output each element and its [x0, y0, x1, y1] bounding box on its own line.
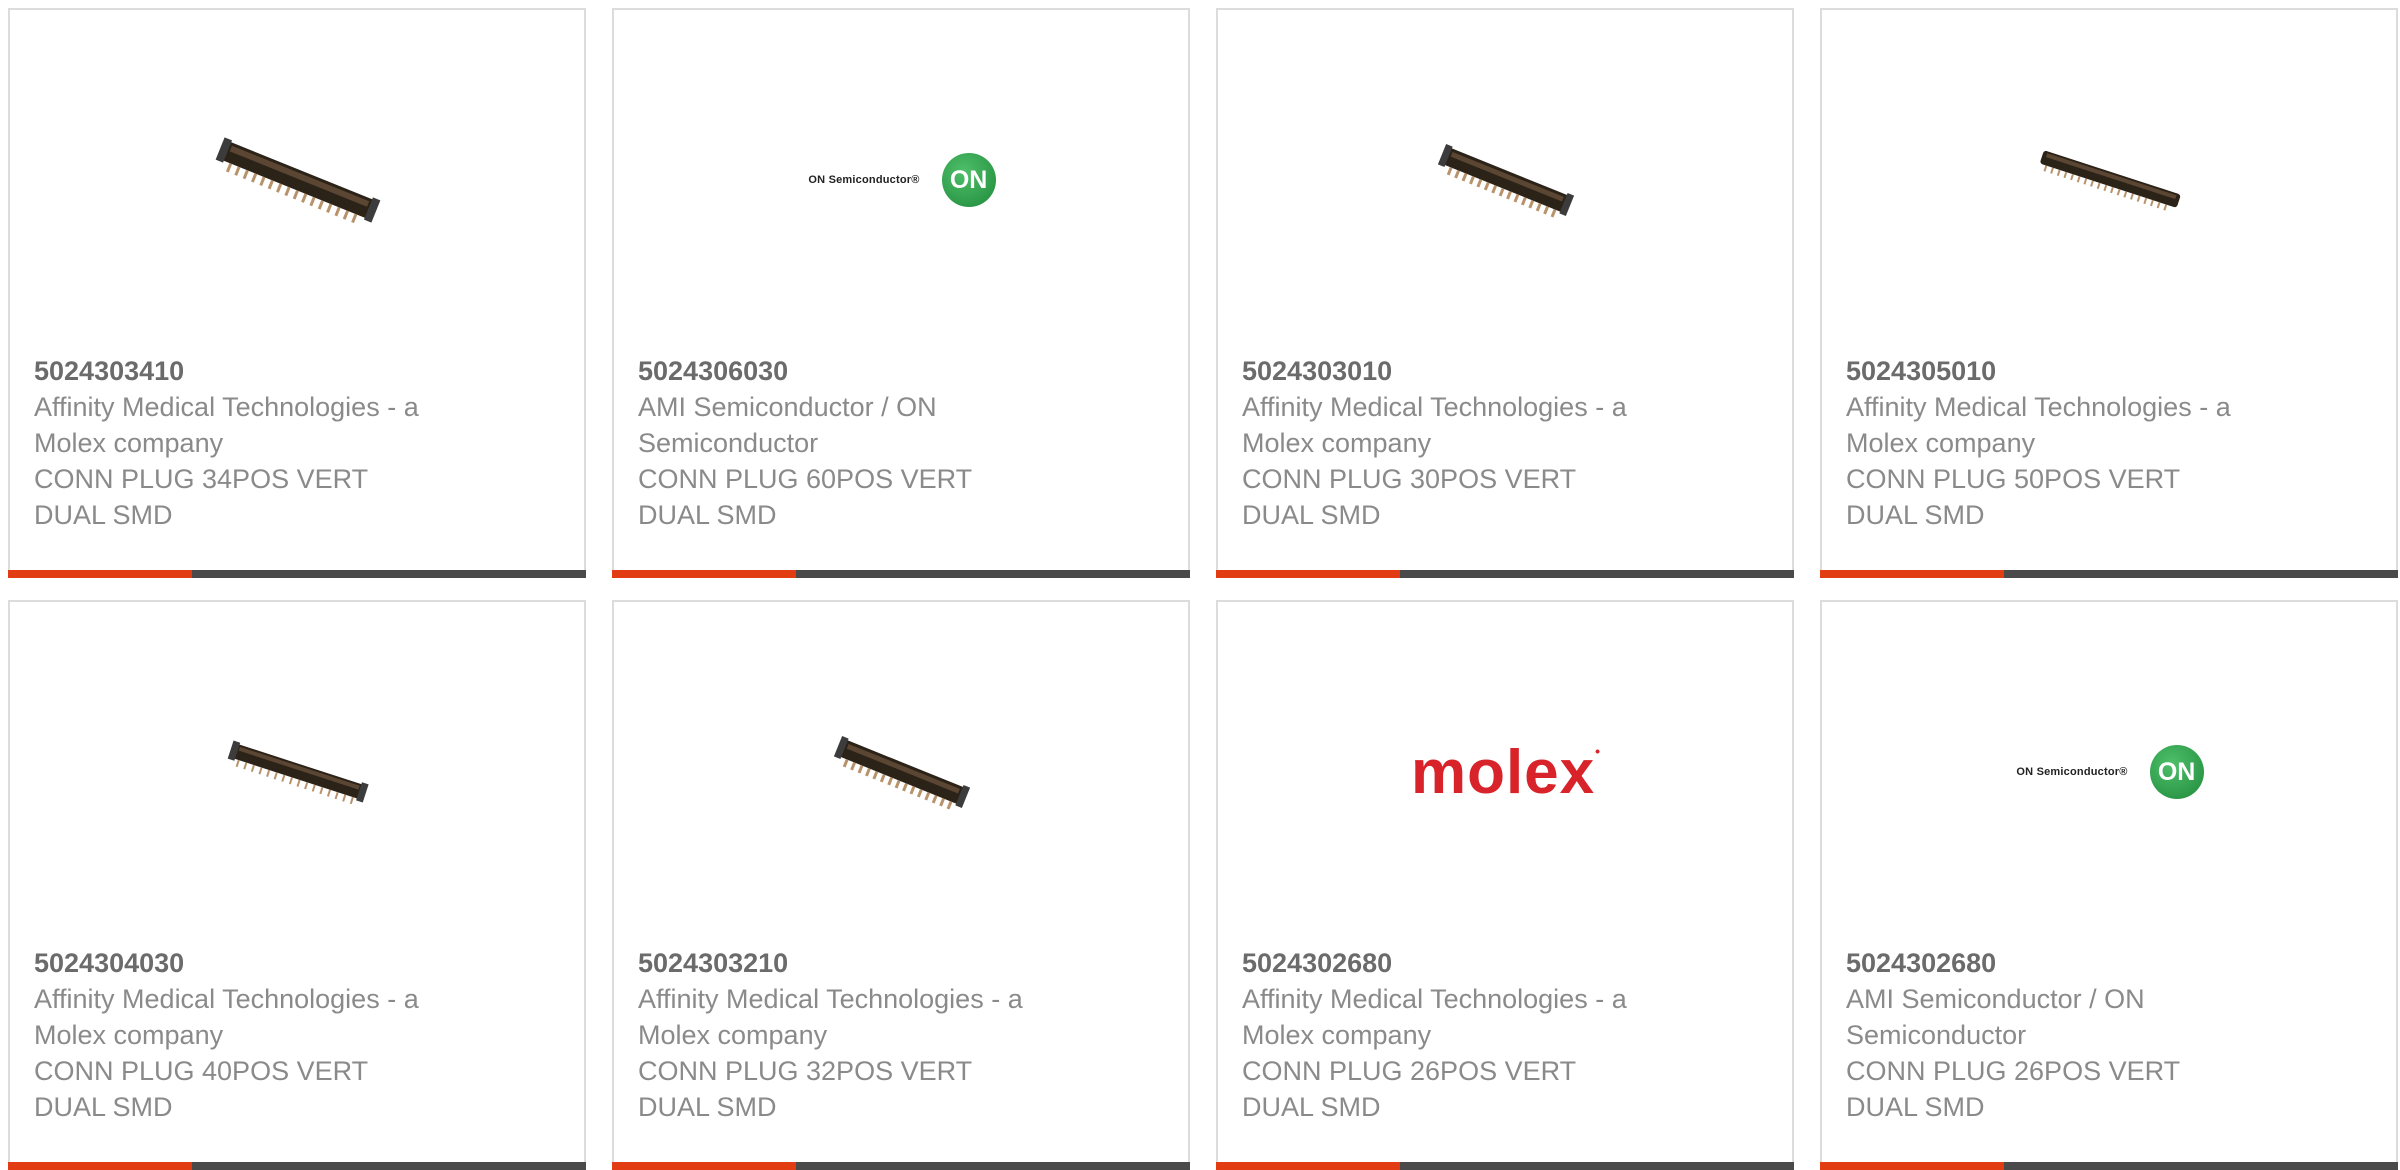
description-line-1: CONN PLUG 26POS VERT	[1846, 1056, 2181, 1086]
product-card[interactable]: 5024303010 Affinity Medical Technologies…	[1216, 8, 1794, 578]
card-footer-bar	[1216, 1162, 1794, 1170]
on-semiconductor-logo: ON Semiconductor® ON	[2016, 745, 2204, 799]
connector-image[interactable]	[1404, 78, 1608, 282]
description-line-1: CONN PLUG 34POS VERT	[34, 464, 369, 494]
product-info: 5024304030 Affinity Medical Technologies…	[34, 945, 494, 1125]
manufacturer-line-1: Affinity Medical Technologies - a	[1242, 984, 1627, 1014]
manufacturer-logo-image[interactable]: ON Semiconductor® ON	[800, 78, 1004, 282]
manufacturer-line-1: Affinity Medical Technologies - a	[638, 984, 1023, 1014]
card-accent-bar	[612, 1162, 796, 1170]
product-card[interactable]: 5024305010 Affinity Medical Technologies…	[1820, 8, 2398, 578]
manufacturer-line-1: Affinity Medical Technologies - a	[34, 392, 419, 422]
manufacturer-logo-image[interactable]: ON Semiconductor® ON	[2008, 670, 2212, 874]
description-line-1: CONN PLUG 40POS VERT	[34, 1056, 369, 1086]
description-line-1: CONN PLUG 50POS VERT	[1846, 464, 2181, 494]
description-line-2: DUAL SMD	[1242, 1092, 1381, 1122]
connector-icon	[2040, 150, 2181, 211]
description-line-2: DUAL SMD	[638, 1092, 777, 1122]
manufacturer-line-1: Affinity Medical Technologies - a	[1846, 392, 2231, 422]
manufacturer-line-2: Molex company	[1242, 428, 1432, 458]
manufacturer-line-2: Molex company	[638, 1020, 828, 1050]
manufacturer-line-1: Affinity Medical Technologies - a	[34, 984, 419, 1014]
molex-wordmark: molex	[1410, 737, 1596, 807]
part-number[interactable]: 5024303010	[1242, 353, 1702, 389]
product-card[interactable]: 5024303410 Affinity Medical Technologies…	[8, 8, 586, 578]
product-info: 5024306030 AMI Semiconductor / ON Semico…	[638, 353, 1098, 533]
card-footer-bar	[612, 570, 1190, 578]
card-footer-bar	[1820, 1162, 2398, 1170]
molex-logo: molex•	[1411, 737, 1601, 808]
manufacturer-line-2: Semiconductor	[638, 428, 819, 458]
description-line-2: DUAL SMD	[34, 1092, 173, 1122]
description-line-2: DUAL SMD	[1242, 500, 1381, 530]
connector-image[interactable]	[196, 78, 400, 282]
card-accent-bar	[1820, 1162, 2004, 1170]
description-line-2: DUAL SMD	[1846, 1092, 1985, 1122]
part-number[interactable]: 5024302680	[1242, 945, 1702, 981]
connector-image[interactable]	[196, 670, 400, 874]
description-line-1: CONN PLUG 30POS VERT	[1242, 464, 1577, 494]
manufacturer-logo-image[interactable]: molex•	[1404, 670, 1608, 874]
card-footer-bar	[1820, 570, 2398, 578]
on-semiconductor-wordmark: ON Semiconductor®	[2016, 766, 2128, 778]
description-line-2: DUAL SMD	[34, 500, 173, 530]
manufacturer-line-2: Molex company	[34, 428, 224, 458]
product-grid: 5024303410 Affinity Medical Technologies…	[8, 8, 2398, 1170]
part-number[interactable]: 5024302680	[1846, 945, 2306, 981]
manufacturer-line-1: Affinity Medical Technologies - a	[1242, 392, 1627, 422]
product-info: 5024305010 Affinity Medical Technologies…	[1846, 353, 2306, 533]
part-number[interactable]: 5024304030	[34, 945, 494, 981]
description-line-1: CONN PLUG 32POS VERT	[638, 1056, 973, 1086]
connector-image[interactable]	[800, 670, 1004, 874]
product-info: 5024303010 Affinity Medical Technologies…	[1242, 353, 1702, 533]
on-logo-icon: ON	[2149, 745, 2204, 799]
product-card[interactable]: 5024303210 Affinity Medical Technologies…	[612, 600, 1190, 1170]
card-accent-bar	[8, 1162, 192, 1170]
description-line-1: CONN PLUG 26POS VERT	[1242, 1056, 1577, 1086]
on-semiconductor-logo: ON Semiconductor® ON	[808, 153, 996, 207]
connector-icon	[1437, 143, 1575, 218]
card-accent-bar	[1820, 570, 2004, 578]
product-info: 5024302680 Affinity Medical Technologies…	[1242, 945, 1702, 1125]
product-card[interactable]: 5024304030 Affinity Medical Technologies…	[8, 600, 586, 1170]
card-footer-bar	[612, 1162, 1190, 1170]
manufacturer-line-1: AMI Semiconductor / ON	[638, 392, 937, 422]
card-footer-bar	[8, 570, 586, 578]
card-accent-bar	[1216, 570, 1400, 578]
card-footer-bar	[1216, 570, 1794, 578]
description-line-2: DUAL SMD	[1846, 500, 1985, 530]
manufacturer-line-1: AMI Semiconductor / ON	[1846, 984, 2145, 1014]
part-number[interactable]: 5024305010	[1846, 353, 2306, 389]
manufacturer-line-2: Molex company	[34, 1020, 224, 1050]
connector-icon	[833, 735, 971, 810]
on-logo-icon: ON	[941, 153, 996, 207]
card-footer-bar	[8, 1162, 586, 1170]
card-accent-bar	[612, 570, 796, 578]
card-accent-bar	[8, 570, 192, 578]
connector-icon	[215, 137, 381, 224]
on-semiconductor-wordmark: ON Semiconductor®	[808, 174, 920, 186]
description-line-2: DUAL SMD	[638, 500, 777, 530]
connector-icon	[227, 740, 369, 805]
description-line-1: CONN PLUG 60POS VERT	[638, 464, 973, 494]
product-card[interactable]: molex• 5024302680 Affinity Medical Techn…	[1216, 600, 1794, 1170]
connector-image[interactable]	[2008, 78, 2212, 282]
part-number[interactable]: 5024303410	[34, 353, 494, 389]
part-number[interactable]: 5024306030	[638, 353, 1098, 389]
manufacturer-line-2: Molex company	[1846, 428, 2036, 458]
part-number[interactable]: 5024303210	[638, 945, 1098, 981]
product-info: 5024303210 Affinity Medical Technologies…	[638, 945, 1098, 1125]
product-card[interactable]: ON Semiconductor® ON 5024302680 AMI Semi…	[1820, 600, 2398, 1170]
product-info: 5024302680 AMI Semiconductor / ON Semico…	[1846, 945, 2306, 1125]
manufacturer-line-2: Semiconductor	[1846, 1020, 2027, 1050]
manufacturer-line-2: Molex company	[1242, 1020, 1432, 1050]
product-info: 5024303410 Affinity Medical Technologies…	[34, 353, 494, 533]
card-accent-bar	[1216, 1162, 1400, 1170]
trademark-mark: •	[1595, 742, 1602, 759]
product-card[interactable]: ON Semiconductor® ON 5024306030 AMI Semi…	[612, 8, 1190, 578]
